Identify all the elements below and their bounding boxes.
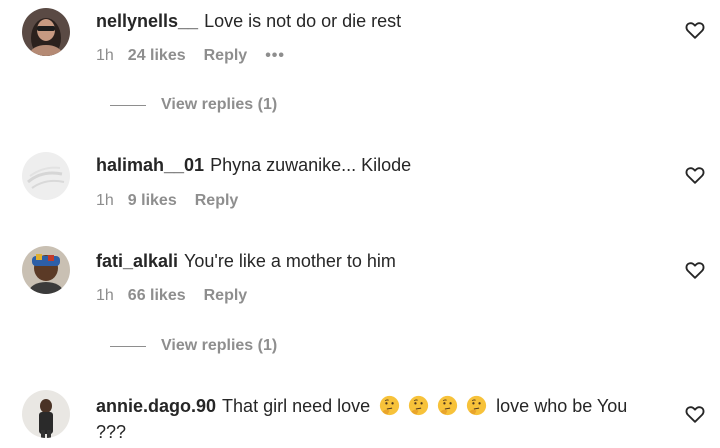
thinking-face-icon bbox=[409, 395, 429, 416]
comment-text: fati_alkali You're like a mother to him bbox=[96, 248, 656, 274]
replies-divider bbox=[110, 345, 146, 347]
heart-outline-icon[interactable] bbox=[684, 164, 706, 186]
comment-time: 1h bbox=[96, 192, 114, 209]
view-replies-button[interactable]: View replies (1) bbox=[110, 96, 277, 114]
avatar[interactable] bbox=[22, 390, 70, 438]
likes-count[interactable]: 9 likes bbox=[128, 192, 177, 210]
avatar[interactable] bbox=[22, 8, 70, 56]
comment-time: 1h bbox=[96, 47, 114, 64]
thinking-face-icon bbox=[467, 395, 487, 416]
comment-username[interactable]: annie.dago.90 bbox=[96, 396, 216, 416]
comment-username[interactable]: nellynells__ bbox=[96, 11, 198, 31]
comment-body: Phyna zuwanike... Kilode bbox=[210, 155, 412, 175]
comment-time: 1h bbox=[96, 287, 114, 304]
thinking-face-icon bbox=[380, 395, 400, 416]
heart-outline-icon[interactable] bbox=[684, 259, 706, 281]
avatar[interactable] bbox=[22, 152, 70, 200]
heart-outline-icon[interactable] bbox=[684, 19, 706, 41]
thinking-face-icon bbox=[438, 395, 458, 416]
reply-button[interactable]: Reply bbox=[204, 287, 248, 305]
heart-outline-icon[interactable] bbox=[684, 403, 706, 425]
view-replies-label: View replies (1) bbox=[161, 96, 278, 113]
comment-body: You're like a mother to him bbox=[184, 251, 396, 271]
reply-button[interactable]: Reply bbox=[204, 47, 248, 65]
comment-body-start: That girl need love bbox=[222, 396, 371, 416]
comment-text: halimah__01 Phyna zuwanike... Kilode bbox=[96, 152, 656, 178]
comment-text: nellynells__ Love is not do or die rest bbox=[96, 8, 656, 34]
comment-body: Love is not do or die rest bbox=[204, 11, 402, 31]
likes-count[interactable]: 24 likes bbox=[128, 47, 186, 65]
comment-text: annie.dago.90 That girl need love love wh… bbox=[96, 393, 656, 445]
comment-username[interactable]: halimah__01 bbox=[96, 155, 204, 175]
likes-count[interactable]: 66 likes bbox=[128, 287, 186, 305]
comment-meta: 1h 9 likes Reply bbox=[96, 192, 256, 210]
avatar[interactable] bbox=[22, 246, 70, 294]
comment-meta: 1h 66 likes Reply bbox=[96, 287, 265, 305]
comment-meta: 1h 24 likes Reply ••• bbox=[96, 47, 303, 65]
comment-username[interactable]: fati_alkali bbox=[96, 251, 178, 271]
more-options-button[interactable]: ••• bbox=[265, 47, 285, 65]
view-replies-button[interactable]: View replies (1) bbox=[110, 337, 277, 355]
replies-divider bbox=[110, 104, 146, 106]
view-replies-label: View replies (1) bbox=[161, 337, 278, 354]
reply-button[interactable]: Reply bbox=[195, 192, 239, 210]
